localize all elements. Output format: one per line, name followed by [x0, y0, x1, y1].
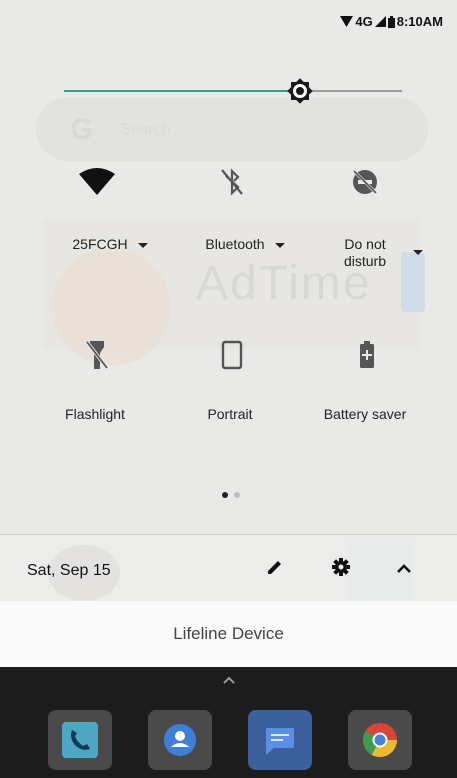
bluetooth-dropdown-icon[interactable] — [274, 242, 285, 248]
app-drawer-chevron-icon[interactable] — [221, 675, 237, 685]
chrome-app-icon[interactable] — [348, 710, 412, 770]
bluetooth-disabled-icon[interactable] — [212, 162, 252, 202]
wifi-icon[interactable] — [77, 162, 117, 202]
settings-gear-icon[interactable] — [331, 557, 351, 582]
wifi-dropdown-icon[interactable] — [137, 242, 148, 248]
brightness-slider-filled[interactable] — [64, 90, 298, 92]
wifi-signal-icon — [340, 16, 354, 27]
tile-dnd-label[interactable]: Do not disturb — [325, 236, 405, 270]
dnd-dropdown-icon[interactable] — [413, 250, 423, 255]
battery-saver-icon[interactable] — [347, 335, 387, 375]
flashlight-off-icon[interactable] — [77, 335, 117, 375]
page-indicator — [222, 492, 240, 498]
tile-wifi-label[interactable]: 25FCGH — [50, 236, 170, 252]
brightness-icon — [287, 78, 313, 104]
tile-portrait-label[interactable]: Portrait — [175, 406, 285, 422]
contacts-app-icon[interactable] — [148, 710, 212, 770]
edit-icon[interactable] — [266, 558, 284, 581]
battery-icon — [387, 15, 395, 28]
tile-flashlight-label[interactable]: Flashlight — [40, 406, 150, 422]
portrait-icon[interactable] — [212, 335, 252, 375]
background-search-text: Search — [120, 121, 171, 138]
brightness-slider-thumb[interactable] — [283, 74, 317, 108]
phone-app-icon[interactable] — [48, 710, 112, 770]
background-search-bar: G Search — [36, 97, 428, 161]
tile-bluetooth-label[interactable]: Bluetooth — [190, 236, 300, 252]
collapse-chevron-icon[interactable] — [395, 561, 413, 579]
page-dot-active — [222, 492, 228, 498]
device-name: Lifeline Device — [173, 624, 284, 643]
app-dock — [0, 667, 457, 778]
tile-battery-saver-label[interactable]: Battery saver — [310, 406, 420, 422]
do-not-disturb-off-icon[interactable] — [345, 162, 385, 202]
messages-app-icon[interactable] — [248, 710, 312, 770]
date-label: Sat, Sep 15 — [27, 562, 111, 579]
page-dot-inactive — [234, 492, 240, 498]
network-type: 4G — [355, 14, 373, 29]
status-bar: 4G 8:10AM — [340, 14, 443, 29]
background-google-logo: G — [70, 113, 94, 146]
clock: 8:10AM — [396, 14, 443, 29]
cell-signal-icon — [374, 16, 386, 27]
